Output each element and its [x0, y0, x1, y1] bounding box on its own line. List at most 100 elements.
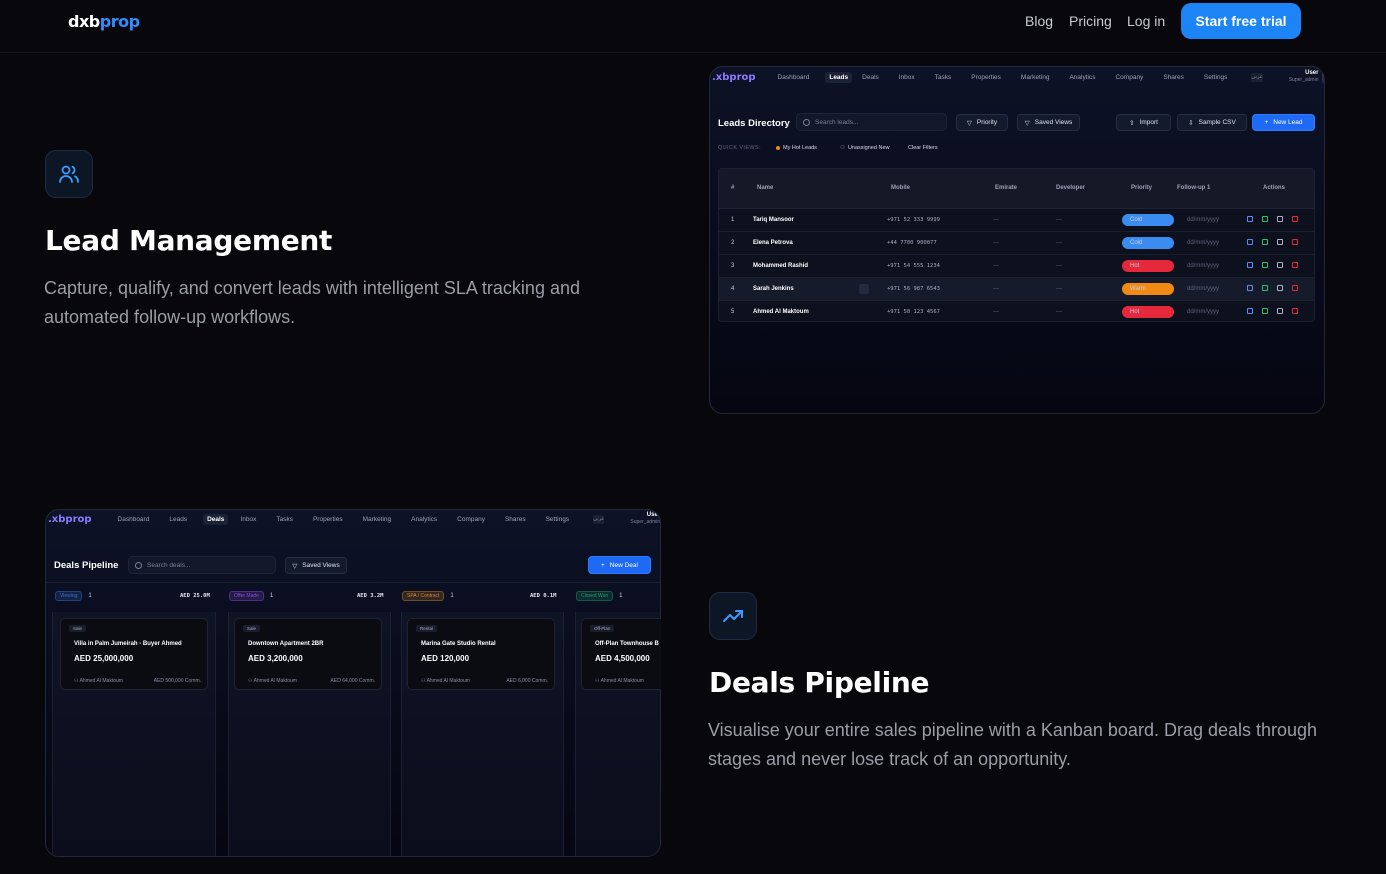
deal-owner: ⚇ Ahmed Al Maktoum	[595, 678, 644, 684]
app-nav-leads[interactable]: Leads	[825, 71, 853, 83]
app-nav-dashboard[interactable]: Dashboard	[114, 514, 154, 525]
whatsapp-icon[interactable]	[1262, 308, 1268, 314]
whatsapp-icon[interactable]	[1262, 285, 1268, 291]
edit-icon[interactable]	[1247, 216, 1253, 222]
avatar[interactable]	[1322, 70, 1324, 84]
share-icon[interactable]	[1277, 262, 1283, 268]
app-nav-deals[interactable]: Deals	[858, 72, 883, 83]
share-icon[interactable]	[1277, 285, 1283, 291]
nav-login-link[interactable]: Log in	[1127, 13, 1165, 29]
column-header-developer[interactable]: Developer	[1056, 185, 1085, 191]
sample-csv-button[interactable]: ⇩ Sample CSV	[1177, 114, 1247, 131]
deal-card[interactable]: Sale Downtown Apartment 2BR AED 3,200,000 ⚇…	[234, 618, 382, 690]
delete-icon[interactable]	[1292, 262, 1298, 268]
leads-search-input[interactable]: Search leads...	[796, 113, 947, 131]
deal-card[interactable]: Rental Marina Gate Studio Rental AED 120,0…	[407, 618, 555, 690]
lead-name[interactable]: Sarah Jenkins	[753, 286, 794, 292]
new-lead-button[interactable]: + New Lead	[1252, 114, 1315, 131]
edit-icon[interactable]	[1247, 239, 1253, 245]
table-row[interactable]: 4 Sarah Jenkins +971 56 987 6543 — — dd/mm/yy…	[719, 278, 1314, 301]
followup-date-input[interactable]: dd/mm/yyyy	[1187, 217, 1219, 223]
deal-card[interactable]: Off-Plan Off-Plan Townhouse B AED 4,500,00…	[581, 618, 661, 690]
app-nav-analytics[interactable]: Analytics	[407, 514, 441, 525]
priority-select[interactable]: Warm	[1122, 283, 1174, 295]
app-nav-marketing[interactable]: Marketing	[1017, 72, 1054, 83]
app-nav-marketing[interactable]: Marketing	[359, 514, 396, 525]
app-nav-settings[interactable]: Settings	[542, 514, 574, 525]
column-header-name[interactable]: Name	[757, 185, 773, 191]
app-nav-tasks[interactable]: Tasks	[272, 514, 297, 525]
app-nav-tasks[interactable]: Tasks	[931, 72, 956, 83]
lead-name[interactable]: Ahmed Al Maktoum	[753, 309, 809, 315]
edit-icon[interactable]	[1247, 262, 1253, 268]
followup-date-input[interactable]: dd/mm/yyyy	[1187, 240, 1219, 246]
app-nav-leads[interactable]: Leads	[165, 514, 191, 525]
app-nav-settings[interactable]: Settings	[1200, 72, 1232, 83]
lead-name[interactable]: Tariq Mansoor	[753, 217, 794, 223]
column-header-emirate[interactable]: Emirate	[995, 185, 1017, 191]
followup-date-input[interactable]: dd/mm/yyyy	[1187, 286, 1219, 292]
app-nav-inbox[interactable]: Inbox	[236, 514, 260, 525]
new-deal-button[interactable]: + New Deal	[588, 556, 651, 574]
app-nav-properties[interactable]: Properties	[309, 514, 347, 525]
nav-pricing-link[interactable]: Pricing	[1069, 13, 1112, 29]
delete-icon[interactable]	[1292, 285, 1298, 291]
whatsapp-icon[interactable]	[1262, 216, 1268, 222]
app-nav-shares[interactable]: Shares	[501, 514, 530, 525]
column-header-followup[interactable]: Follow-up 1	[1177, 185, 1210, 191]
row-number: 3	[731, 263, 735, 269]
language-toggle[interactable]: عربي	[1251, 72, 1263, 82]
delete-icon[interactable]	[1292, 308, 1298, 314]
saved-views-button[interactable]: ▽ Saved Views	[1017, 114, 1080, 131]
app-nav-shares[interactable]: Shares	[1159, 72, 1188, 83]
column-header-mobile[interactable]: Mobile	[891, 185, 910, 191]
followup-date-input[interactable]: dd/mm/yyyy	[1187, 263, 1219, 269]
table-row[interactable]: 1 Tariq Mansoor +971 52 333 9999 — — dd/mm/yy…	[719, 209, 1314, 232]
app-nav-deals[interactable]: Deals	[203, 513, 229, 525]
app-nav-inbox[interactable]: Inbox	[895, 72, 919, 83]
delete-icon[interactable]	[1292, 239, 1298, 245]
open-link-icon[interactable]	[859, 284, 869, 294]
edit-icon[interactable]	[1247, 308, 1253, 314]
edit-icon[interactable]	[1247, 285, 1253, 291]
quick-view-hot-leads[interactable]: My Hot Leads	[776, 145, 817, 151]
column-header-priority[interactable]: Priority	[1131, 185, 1152, 191]
start-free-trial-button[interactable]: Start free trial	[1181, 3, 1301, 39]
delete-icon[interactable]	[1292, 216, 1298, 222]
followup-date-input[interactable]: dd/mm/yyyy	[1187, 309, 1219, 315]
table-row[interactable]: 5 Ahmed Al Maktoum +971 50 123 4567 — — dd/mm…	[719, 301, 1314, 321]
user-menu[interactable]: User Super_admin	[630, 512, 660, 526]
lead-name[interactable]: Mohammed Rashid	[753, 263, 808, 269]
app-nav-dashboard[interactable]: Dashboard	[774, 72, 814, 83]
clear-filters-link[interactable]: Clear Filters	[908, 145, 938, 151]
saved-views-label: Saved Views	[302, 562, 340, 569]
column-header-number: #	[731, 185, 735, 191]
priority-select[interactable]: Cold	[1122, 237, 1174, 249]
user-menu[interactable]: User Super_admin	[1289, 70, 1319, 84]
table-row[interactable]: 3 Mohammed Rashid +971 54 555 1234 — — dd/mm/…	[719, 255, 1314, 278]
priority-filter-button[interactable]: ▽ Priority	[956, 114, 1008, 131]
share-icon[interactable]	[1277, 308, 1283, 314]
share-icon[interactable]	[1277, 239, 1283, 245]
priority-select[interactable]: Hot	[1122, 260, 1174, 272]
deal-card[interactable]: Sale Villa in Palm Jumeirah - Buyer Ahmed…	[60, 618, 208, 690]
lead-name[interactable]: Elena Petrova	[753, 240, 793, 246]
import-button[interactable]: ⇧ Import	[1116, 114, 1171, 131]
app-nav-analytics[interactable]: Analytics	[1065, 72, 1099, 83]
whatsapp-icon[interactable]	[1262, 262, 1268, 268]
quick-view-unassigned[interactable]: ⚇ Unassigned New	[840, 145, 890, 151]
whatsapp-icon[interactable]	[1262, 239, 1268, 245]
app-nav-properties[interactable]: Properties	[967, 72, 1005, 83]
lead-emirate: —	[993, 263, 999, 269]
saved-views-button[interactable]: ▽ Saved Views	[285, 557, 347, 574]
share-icon[interactable]	[1277, 216, 1283, 222]
priority-select[interactable]: Cold	[1122, 214, 1174, 226]
site-logo[interactable]: dxbprop	[68, 12, 140, 31]
language-toggle[interactable]: عربي	[593, 514, 605, 524]
app-nav-company[interactable]: Company	[453, 514, 489, 525]
nav-blog-link[interactable]: Blog	[1025, 13, 1053, 29]
priority-select[interactable]: Hot	[1122, 306, 1174, 318]
deals-search-input[interactable]: Search deals...	[128, 556, 276, 574]
app-nav-company[interactable]: Company	[1111, 72, 1147, 83]
table-row[interactable]: 2 Elena Petrova +44 7700 900077 — — dd/mm/yyy…	[719, 232, 1314, 255]
